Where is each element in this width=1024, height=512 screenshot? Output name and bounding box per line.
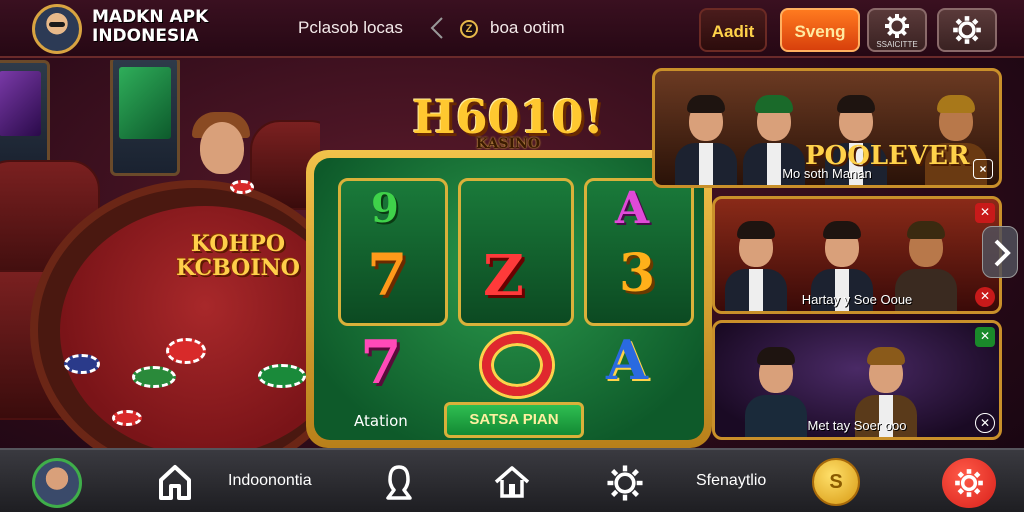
card-caption: Hartay y Soe Ooue <box>801 292 913 307</box>
table-title: KOHPO KCBOINO <box>176 231 300 281</box>
nav-settings[interactable] <box>604 450 648 512</box>
reel-symbol: 7 <box>360 328 402 398</box>
dealer-face <box>200 122 244 174</box>
gear-icon <box>607 465 643 501</box>
bottom-nav: Indoonontia Sfenaytlio S <box>0 448 1024 512</box>
slot-machine-image <box>0 60 50 170</box>
top-bar: MADKN APK INDONESIA Pclasob locas Z boa … <box>0 0 1024 58</box>
home-icon <box>159 465 191 500</box>
brand-avatar[interactable] <box>32 4 82 54</box>
nav-profile[interactable] <box>380 450 420 512</box>
settings-button[interactable]: SSAICITTE <box>867 8 927 52</box>
top-link-2[interactable]: boa ootim <box>490 18 565 38</box>
chip-image <box>230 180 254 194</box>
casino-scene: KOHPO KCBOINO <box>0 60 320 448</box>
reel-symbol: 7 <box>367 241 408 309</box>
slot-board: 9 7 Z A 3 7 A Atation SATSA PIAN <box>314 158 704 440</box>
badge-icon: ✕ <box>975 327 995 347</box>
bet-button[interactable]: Sveng <box>780 8 860 52</box>
settings-red-button[interactable] <box>942 458 996 508</box>
profile-avatar[interactable] <box>32 458 82 508</box>
nav-store[interactable] <box>490 450 534 512</box>
add-button[interactable]: Aadit <box>699 8 767 52</box>
slot-label: Atation <box>354 412 408 430</box>
gear-icon <box>955 469 983 497</box>
coin-icon: Z <box>460 20 478 38</box>
promo-card-3[interactable]: Met tay Soer ooo ✕ ✕ <box>712 320 1002 440</box>
nav-label[interactable]: Sfenaytlio <box>696 472 766 490</box>
card-caption: Met tay Soer ooo <box>807 418 907 433</box>
logo-title: H6010! <box>412 90 604 144</box>
promo-card-2[interactable]: Hartay y Soe Ooue ✕ ✕ <box>712 196 1002 314</box>
gear-icon <box>953 16 981 44</box>
reel-symbol: A <box>615 183 650 234</box>
reel-symbol: 3 <box>619 243 656 304</box>
promo-card-1[interactable]: POOLEVER Mo soth Manan × <box>652 68 1002 188</box>
chip-image <box>132 366 176 388</box>
reel-symbol: 9 <box>371 185 399 232</box>
nav-home[interactable]: Indoonontia <box>150 450 330 512</box>
info-icon[interactable]: ✕ <box>975 287 995 307</box>
user-icon <box>386 465 412 500</box>
chip-image <box>166 338 206 364</box>
play-button[interactable]: SATSA PIAN <box>444 402 584 438</box>
ring-symbol-icon <box>482 334 552 396</box>
chip-image <box>64 354 100 374</box>
slot-machine-image <box>110 60 180 176</box>
coin-button[interactable]: S <box>812 458 860 506</box>
chevron-right-icon <box>994 239 1011 267</box>
reel-1: 9 7 <box>338 178 448 326</box>
gear-icon <box>885 14 909 38</box>
nav-label: Indoonontia <box>228 472 312 489</box>
house-icon <box>494 466 530 498</box>
reel-symbol: Z <box>483 243 524 309</box>
options-button[interactable] <box>937 8 997 52</box>
next-arrow-button[interactable] <box>982 226 1018 278</box>
reel-3: A 3 <box>584 178 694 326</box>
info-icon[interactable]: ✕ <box>975 413 995 433</box>
badge-icon: ✕ <box>975 203 995 223</box>
chevron-left-icon[interactable] <box>430 16 444 40</box>
chip-image <box>258 364 306 388</box>
game-logo: H6010! KASINO <box>383 92 633 162</box>
card-caption: Mo soth Manan <box>782 166 872 181</box>
slot-machine[interactable]: 9 7 Z A 3 7 A Atation SATSA PIAN <box>306 150 712 448</box>
chip-image <box>112 410 142 426</box>
settings-caption: SSAICITTE <box>876 40 918 49</box>
close-icon[interactable]: × <box>973 159 993 179</box>
brand-title: MADKN APK INDONESIA <box>92 7 209 46</box>
top-link-1[interactable]: Pclasob locas <box>298 18 403 38</box>
reel-symbol: A <box>606 328 648 392</box>
reel-2: Z <box>458 178 693 326</box>
